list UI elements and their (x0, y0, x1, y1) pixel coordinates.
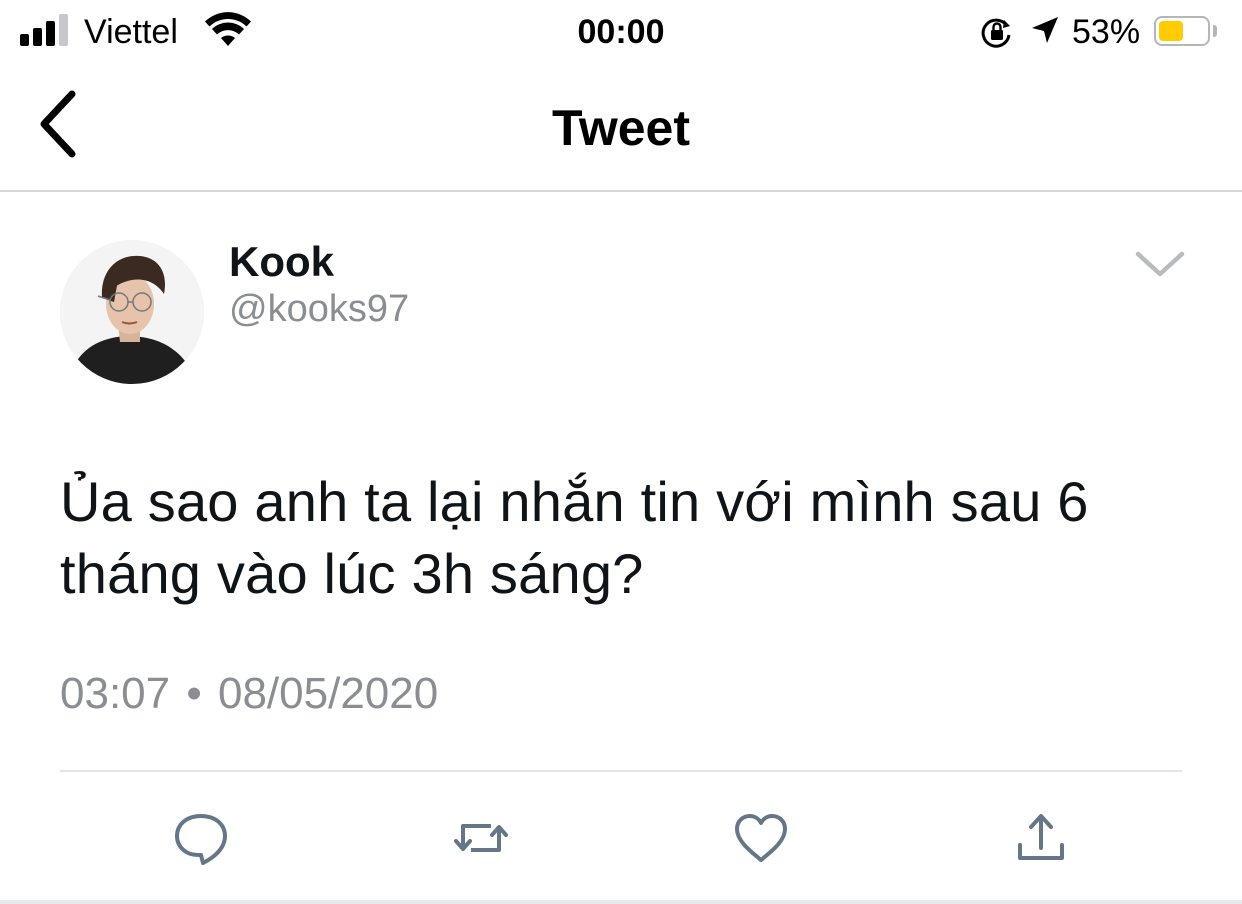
share-upload-icon (1018, 814, 1064, 860)
battery-percentage: 53% (1072, 13, 1141, 51)
author-handle[interactable]: @kooks97 (229, 286, 409, 332)
tweet-text-line: tháng vào lúc 3h sáng? (60, 542, 644, 605)
avatar-photo (60, 240, 204, 384)
tweet-text: Ủa sao anh ta lại nhắn tin với mình sau … (60, 466, 1200, 610)
reply-button[interactable] (171, 808, 231, 868)
battery-icon (1154, 16, 1210, 46)
tweet-menu-button[interactable] (1124, 236, 1196, 292)
retweet-arrows-icon (454, 824, 508, 852)
timestamp-separator: • (186, 669, 202, 718)
author-name[interactable]: Kook (229, 236, 334, 288)
status-bar: Viettel 00:00 53% (0, 0, 1242, 64)
divider (60, 770, 1182, 772)
speech-bubble-icon (175, 814, 227, 865)
tweet-date: 08/05/2020 (217, 669, 439, 718)
orientation-lock-icon (981, 18, 1011, 48)
tweet-text-line: Ủa sao anh ta lại nhắn tin với mình sau … (60, 470, 1089, 533)
retweet-button[interactable] (451, 808, 511, 868)
tweet-timestamp: 03:07 • 08/05/2020 (60, 666, 438, 722)
share-button[interactable] (1011, 808, 1071, 868)
page-title: Tweet (552, 100, 690, 156)
bottom-divider (0, 900, 1242, 904)
avatar[interactable] (60, 240, 204, 384)
tweet-time: 03:07 (60, 669, 171, 718)
like-button[interactable] (731, 808, 791, 868)
heart-icon (735, 814, 787, 862)
battery-level-fill (1159, 21, 1183, 41)
location-arrow-icon (1032, 17, 1058, 43)
navigation-bar: Tweet (0, 64, 1242, 192)
chevron-down-icon (1135, 251, 1185, 277)
battery-cap (1213, 25, 1217, 37)
